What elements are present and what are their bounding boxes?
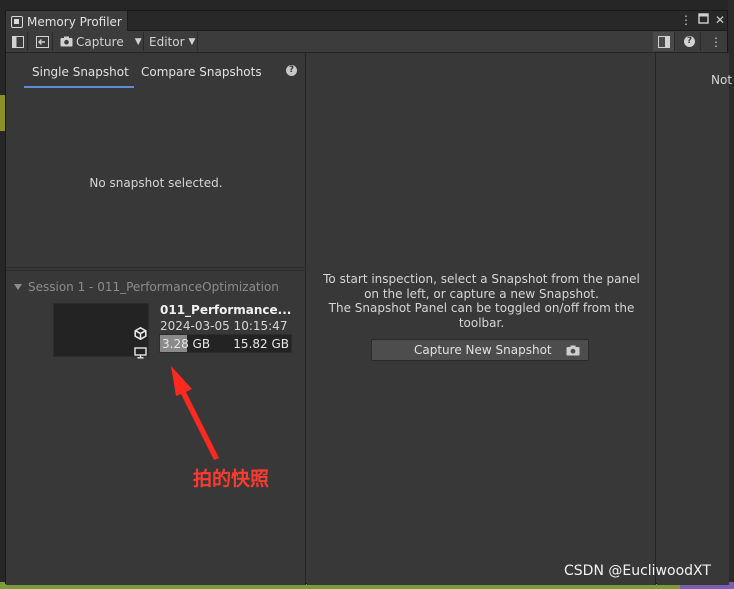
annotation-arrow [171,366,219,460]
watermark: CSDN @EucliwoodXT [564,563,711,579]
annotation-label: 拍的快照 [193,468,270,490]
